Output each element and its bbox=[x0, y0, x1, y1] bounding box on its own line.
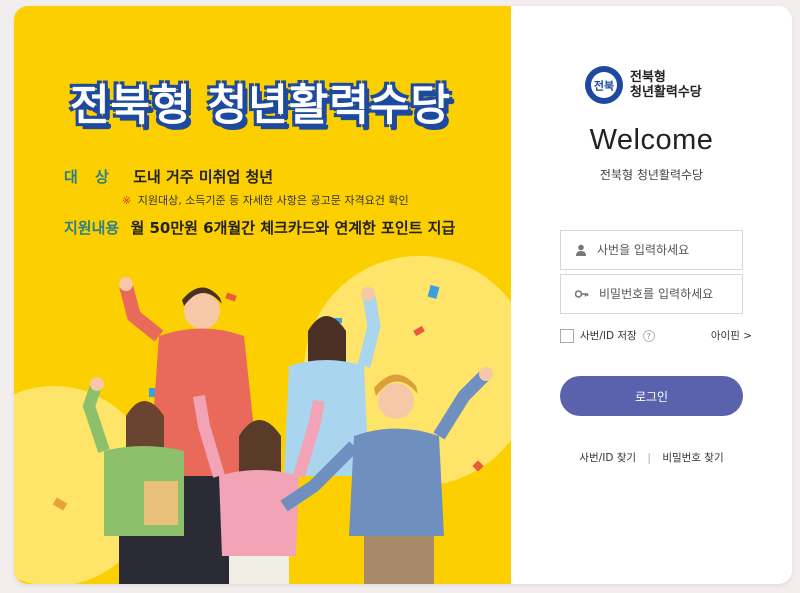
login-panel: 전북 전북형 청년활력수당 Welcome 전북형 청년활력수당 사번을 입력하… bbox=[511, 6, 792, 584]
id-field[interactable] bbox=[560, 230, 743, 270]
support-label: 지원내용 bbox=[64, 219, 120, 237]
save-id-label[interactable]: 사번/ID 저장 bbox=[580, 328, 637, 343]
find-password-link[interactable]: 비밀번호 찾기 bbox=[662, 452, 723, 464]
note-text: 지원대상, 소득기준 등 자세한 사항은 공고문 자격요건 확인 bbox=[137, 194, 409, 207]
promo-banner: 전북형 청년활력수당 대 상 도내 거주 미취업 청년 ※ 지원대상, 소득기준… bbox=[14, 6, 511, 584]
login-button[interactable]: 로그인 bbox=[560, 376, 743, 416]
welcome-subtitle: 전북형 청년활력수당 bbox=[599, 168, 704, 182]
logo-text: 전북형 청년활력수당 bbox=[630, 70, 702, 100]
logo-line2: 청년활력수당 bbox=[630, 85, 702, 100]
target-label: 대 상 bbox=[64, 168, 115, 186]
find-separator: | bbox=[647, 452, 651, 464]
key-icon bbox=[575, 290, 589, 298]
banner-title: 전북형 청년활력수당 bbox=[70, 81, 452, 131]
support-value: 월 50만원 6개월간 체크카드와 연계한 포인트 지급 bbox=[130, 219, 456, 237]
logo-line1: 전북형 bbox=[630, 70, 666, 85]
help-icon[interactable]: ? bbox=[642, 329, 655, 342]
welcome-heading: Welcome bbox=[589, 124, 714, 156]
save-id-row: 사번/ID 저장 ? bbox=[560, 328, 655, 343]
password-field[interactable] bbox=[560, 274, 743, 314]
save-id-checkbox[interactable] bbox=[560, 328, 574, 343]
login-window: 전북형 청년활력수당 대 상 도내 거주 미취업 청년 ※ 지원대상, 소득기준… bbox=[14, 6, 792, 584]
user-icon bbox=[576, 244, 586, 256]
target-row: 대 상 도내 거주 미취업 청년 bbox=[64, 166, 273, 187]
ipin-link[interactable]: 아이핀 > bbox=[711, 328, 752, 343]
id-input[interactable] bbox=[597, 243, 727, 257]
target-note: ※ 지원대상, 소득기준 등 자세한 사항은 공고문 자격요건 확인 bbox=[122, 192, 409, 208]
find-id-link[interactable]: 사번/ID 찾기 bbox=[579, 452, 636, 464]
note-mark: ※ bbox=[122, 194, 132, 207]
emblem-icon: 전북 bbox=[585, 66, 623, 104]
logo: 전북 전북형 청년활력수당 bbox=[584, 65, 702, 105]
password-input[interactable] bbox=[599, 287, 729, 301]
support-row: 지원내용 월 50만원 6개월간 체크카드와 연계한 포인트 지급 bbox=[64, 217, 455, 238]
find-links: 사번/ID 찾기 | 비밀번호 찾기 bbox=[511, 450, 792, 465]
youth-group-illustration bbox=[52, 277, 493, 584]
emblem-text: 전북 bbox=[594, 79, 614, 93]
target-value: 도내 거주 미취업 청년 bbox=[133, 168, 274, 186]
